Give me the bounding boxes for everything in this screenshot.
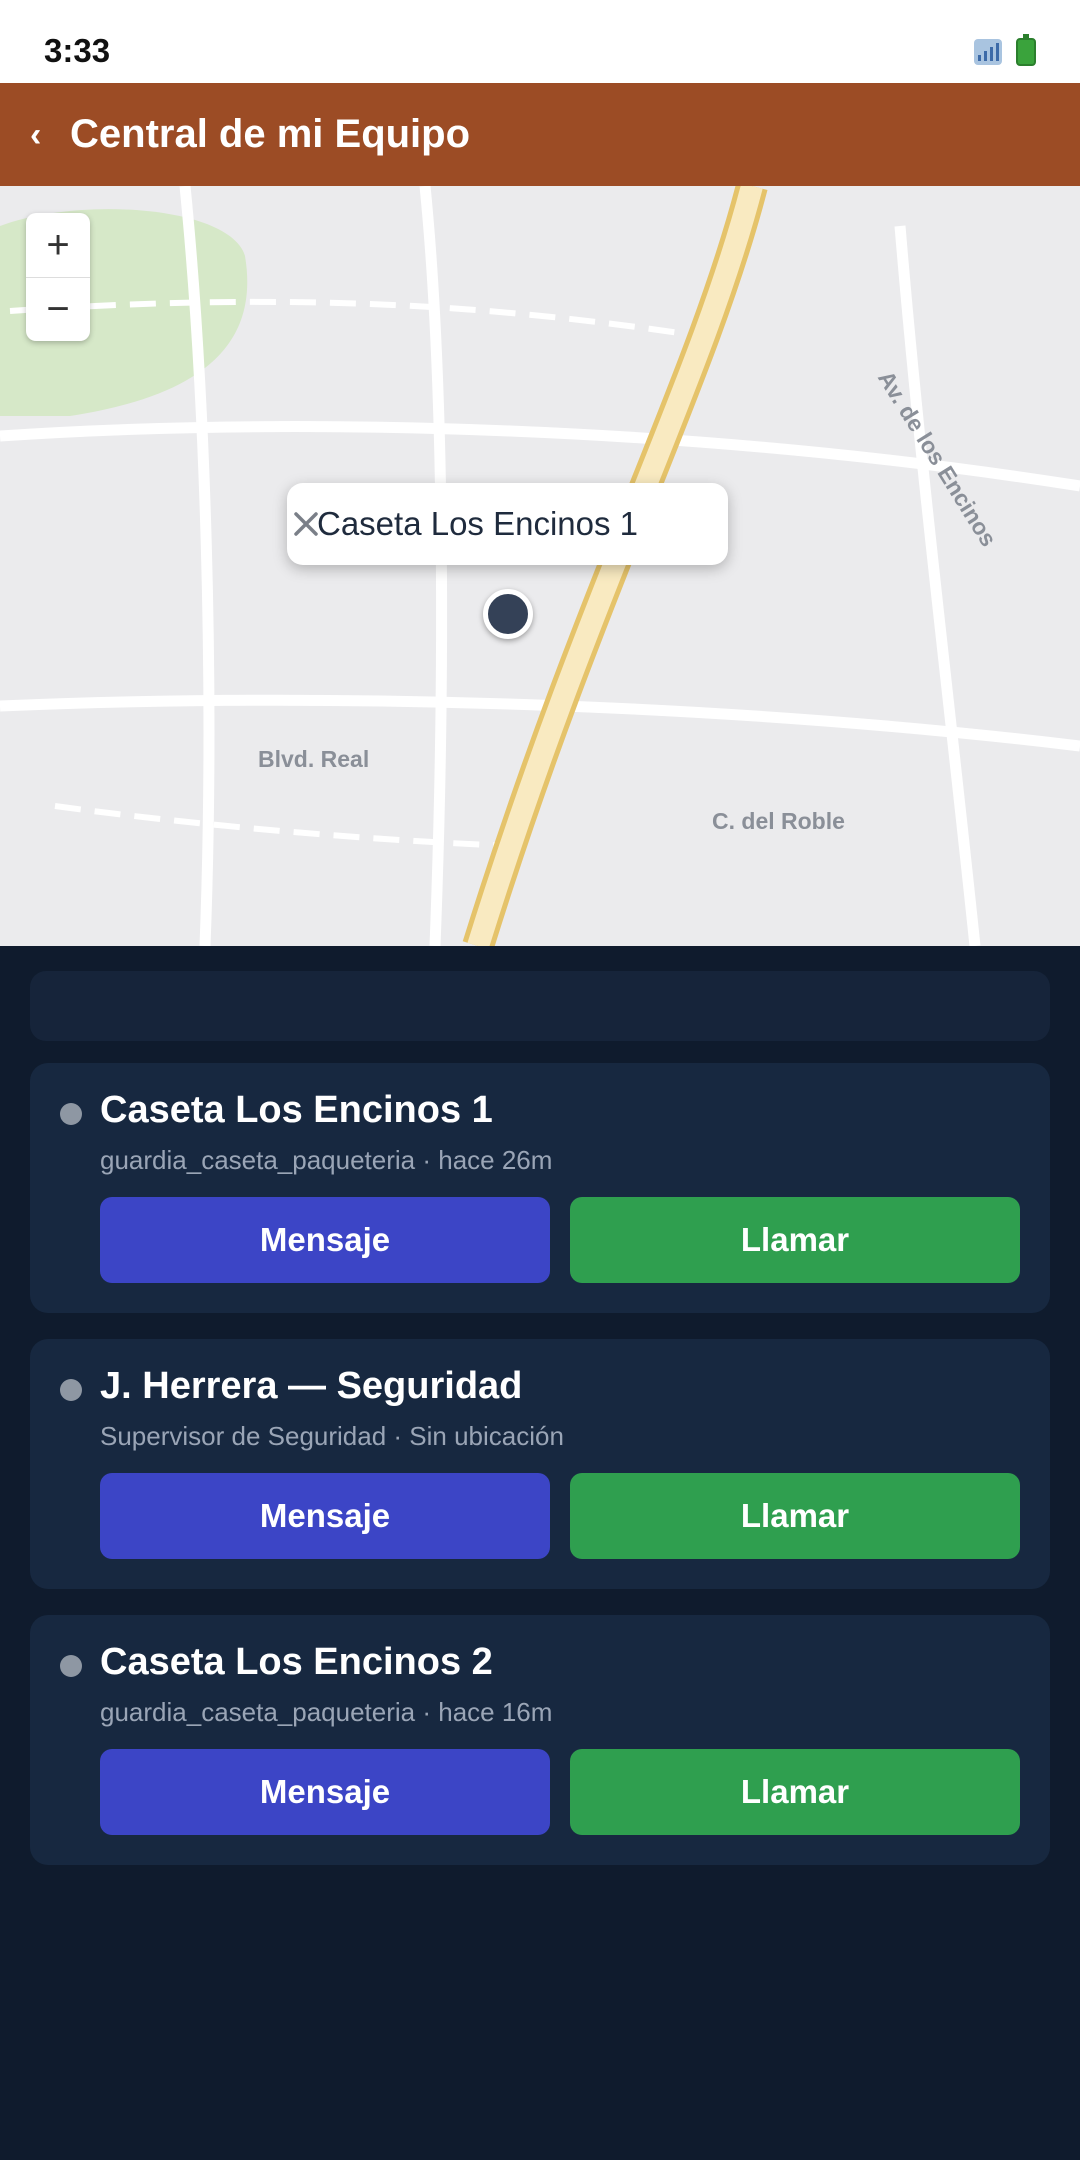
close-icon[interactable] xyxy=(287,505,325,543)
member-name: J. Herrera — Seguridad xyxy=(100,1365,523,1407)
member-meta: guardia_caseta_paqueteria · hace 26m xyxy=(100,1145,553,1175)
zoom-in-button[interactable]: + xyxy=(26,213,90,277)
location-marker[interactable] xyxy=(483,589,533,639)
member-meta: Supervisor de Seguridad · Sin ubicación xyxy=(100,1421,564,1451)
status-dot xyxy=(60,1655,82,1677)
status-bar: 3:33 xyxy=(0,0,1080,83)
map-popup: Caseta Los Encinos 1 xyxy=(287,483,728,565)
team-panel: Caseta Los Encinos 1 guardia_caseta_paqu… xyxy=(0,946,1080,2160)
page-title: Central de mi Equipo xyxy=(70,112,471,156)
member-name: Caseta Los Encinos 2 xyxy=(100,1641,493,1683)
street-label-blvd: Blvd. Real xyxy=(258,746,370,772)
status-icons xyxy=(974,34,1036,66)
map-canvas xyxy=(0,186,1080,946)
team-card: J. Herrera — Seguridad Supervisor de Seg… xyxy=(30,1339,1050,1589)
app-header: ‹ Central de mi Equipo xyxy=(0,83,1080,186)
signal-icon xyxy=(974,39,1002,65)
status-time: 3:33 xyxy=(44,32,111,69)
team-card: Caseta Los Encinos 1 guardia_caseta_paqu… xyxy=(30,1063,1050,1313)
message-button[interactable]: Mensaje xyxy=(100,1197,550,1283)
battery-icon xyxy=(1016,34,1036,66)
call-button[interactable]: Llamar xyxy=(570,1197,1020,1283)
street-label-roble: C. del Roble xyxy=(712,808,845,834)
search-bar[interactable] xyxy=(30,971,1050,1041)
message-button[interactable]: Mensaje xyxy=(100,1473,550,1559)
back-icon[interactable]: ‹ xyxy=(30,118,56,152)
status-dot xyxy=(60,1379,82,1401)
team-card: Caseta Los Encinos 2 guardia_caseta_paqu… xyxy=(30,1615,1050,1865)
member-name: Caseta Los Encinos 1 xyxy=(100,1089,493,1131)
popup-label: Caseta Los Encinos 1 xyxy=(317,505,639,542)
member-meta: guardia_caseta_paqueteria · hace 16m xyxy=(100,1697,553,1727)
map-view[interactable]: + − Blvd. Real C. del Roble Av. de los E… xyxy=(0,186,1080,946)
status-dot xyxy=(60,1103,82,1125)
message-button[interactable]: Mensaje xyxy=(100,1749,550,1835)
call-button[interactable]: Llamar xyxy=(570,1473,1020,1559)
zoom-controls: + − xyxy=(26,213,90,341)
call-button[interactable]: Llamar xyxy=(570,1749,1020,1835)
zoom-out-button[interactable]: − xyxy=(26,277,90,341)
